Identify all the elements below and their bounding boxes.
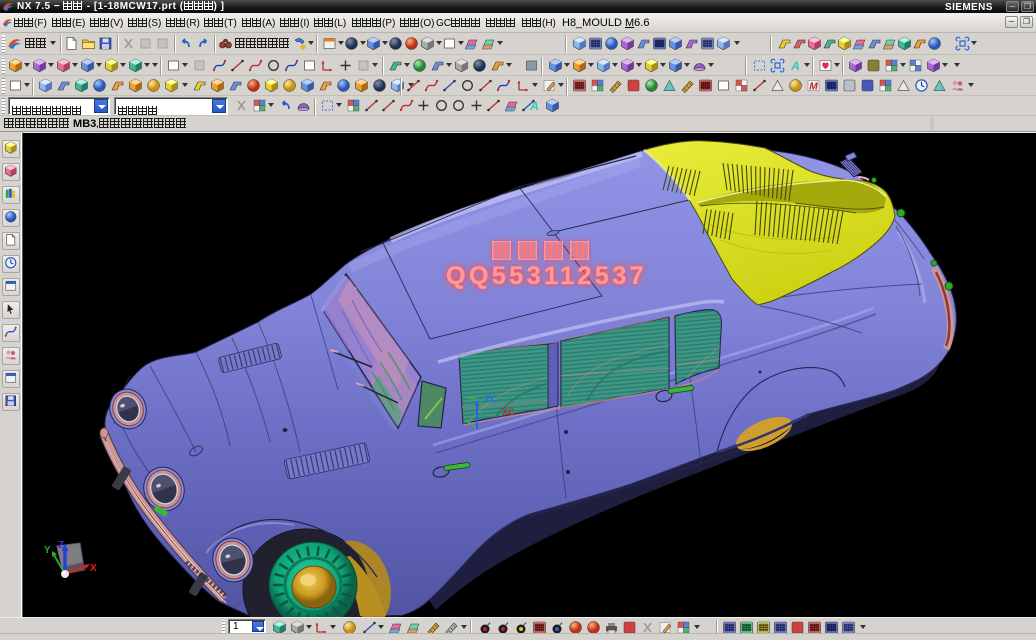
svg-text:A: A [529,99,539,113]
svg-text:M: M [809,82,818,93]
svg-text:A: A [790,59,800,73]
svg-text:ZC: ZC [485,394,497,404]
svg-text:Y: Y [44,545,51,556]
svg-text:XC: XC [502,407,515,417]
svg-text:Z: Z [58,540,64,551]
svg-text:X: X [90,563,97,574]
